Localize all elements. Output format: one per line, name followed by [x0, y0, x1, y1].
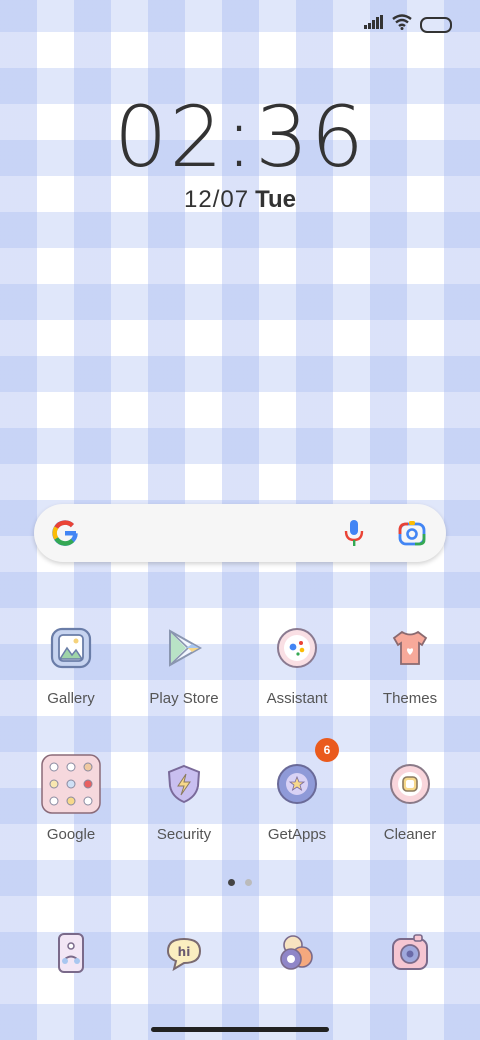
app-label: GetApps	[267, 826, 327, 843]
weekday-text: Tue	[255, 186, 296, 213]
cleaner-icon	[380, 754, 440, 814]
gesture-navigation-handle[interactable]	[151, 1027, 329, 1032]
security-icon	[154, 754, 214, 814]
themes-icon	[380, 618, 440, 678]
app-cleaner[interactable]: Cleaner	[354, 754, 466, 843]
getapps-icon: 6	[267, 738, 339, 814]
notification-badge: 6	[315, 738, 339, 762]
app-label: Themes	[382, 690, 438, 707]
play-store-icon	[154, 618, 214, 678]
messages-icon: hi	[162, 931, 206, 980]
app-label: Play Store	[149, 690, 219, 707]
app-gallery[interactable]: Gallery	[15, 618, 127, 707]
app-themes[interactable]: Themes	[354, 618, 466, 707]
page-dot-1[interactable]	[228, 879, 235, 886]
clock-date[interactable]: 12/07 Tue	[0, 186, 480, 214]
status-bar	[364, 14, 452, 35]
app-security[interactable]: Security	[128, 754, 240, 843]
app-assistant[interactable]: Assistant	[241, 618, 353, 707]
dock-phone[interactable]	[41, 925, 101, 985]
app-label: Cleaner	[383, 826, 437, 843]
google-logo-icon[interactable]	[50, 518, 80, 553]
browser-icon	[275, 931, 319, 980]
google-folder-icon	[41, 754, 101, 814]
phone-icon	[51, 931, 91, 980]
app-label: Security	[156, 826, 212, 843]
app-google-folder[interactable]: Google	[15, 754, 127, 843]
battery-icon	[420, 16, 452, 33]
dock-browser[interactable]	[267, 925, 327, 985]
gallery-icon	[41, 618, 101, 678]
google-lens-icon[interactable]	[398, 519, 426, 552]
app-label: Gallery	[47, 690, 95, 707]
date-text: 12/07	[184, 186, 250, 213]
microphone-icon[interactable]	[342, 519, 366, 552]
dock-messages[interactable]: hi	[154, 925, 214, 985]
app-play-store[interactable]: Play Store	[128, 618, 240, 707]
clock-time[interactable]: 02:36	[0, 88, 480, 186]
signal-icon	[364, 15, 384, 34]
camera-icon	[388, 931, 432, 980]
svg-text:hi: hi	[178, 945, 191, 959]
page-indicator[interactable]	[0, 879, 480, 886]
app-label: Google	[46, 826, 96, 843]
dock-camera[interactable]	[380, 925, 440, 985]
app-label: Assistant	[266, 690, 328, 707]
assistant-icon	[267, 618, 327, 678]
wifi-icon	[392, 14, 412, 35]
page-dot-2[interactable]	[245, 879, 252, 886]
app-getapps[interactable]: 6 GetApps	[241, 738, 353, 843]
google-search-bar[interactable]	[34, 504, 446, 562]
